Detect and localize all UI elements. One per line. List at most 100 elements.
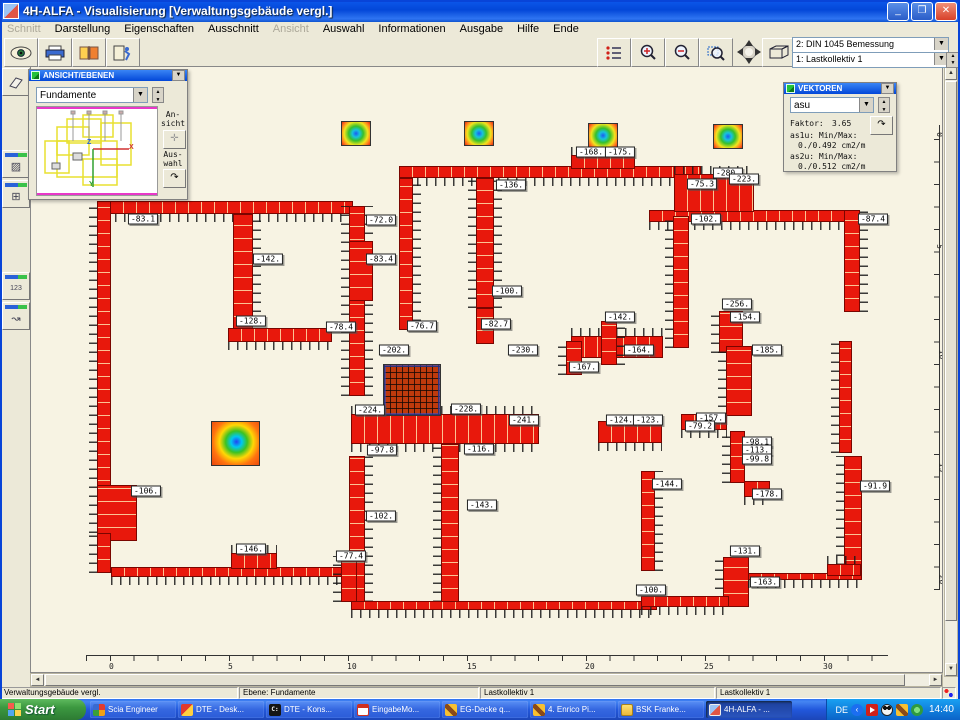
- vertical-scrollbar[interactable]: ▲ ▼: [944, 66, 958, 677]
- window-vector-button[interactable]: ↝: [2, 302, 30, 330]
- task-button[interactable]: 4H-ALFA - ...: [706, 701, 792, 718]
- horizontal-scroll-thumb[interactable]: [45, 674, 905, 686]
- auswahl-apply-button[interactable]: ↷: [163, 169, 186, 188]
- task-button[interactable]: DTE - Kons...: [266, 701, 352, 718]
- mirror-icon: ▨: [11, 160, 21, 173]
- panel-collapse-button[interactable]: ▼: [172, 70, 185, 81]
- value-label: -83.1: [128, 214, 158, 225]
- task-button[interactable]: EingabeMo...: [354, 701, 440, 718]
- vector-refresh-button[interactable]: ↷: [870, 116, 893, 135]
- value-label: -256.: [722, 299, 752, 310]
- value-label: -228.: [451, 404, 481, 415]
- ansicht-panel-titlebar[interactable]: ANSICHT/EBENEN ▼: [29, 70, 187, 81]
- menu-item-darstellung[interactable]: Darstellung: [48, 23, 118, 35]
- view-plane-button[interactable]: [2, 68, 30, 96]
- menu-item-hilfe[interactable]: Hilfe: [510, 23, 546, 35]
- zoom-window-button[interactable]: [699, 38, 733, 67]
- update-shield-icon[interactable]: [911, 704, 923, 716]
- scroll-down-button[interactable]: ▼: [945, 663, 957, 676]
- exit-button[interactable]: [106, 38, 140, 67]
- antivirus-icon[interactable]: [881, 704, 893, 716]
- panel-collapse-button[interactable]: ▼: [881, 83, 894, 94]
- media-player-icon[interactable]: [866, 704, 878, 716]
- vector-select[interactable]: asu ▼: [790, 97, 874, 113]
- value-label: -142.: [253, 254, 283, 265]
- as1u-value: 0./0.492 cm2/m: [798, 141, 865, 150]
- wall-strip: [97, 201, 111, 533]
- value-label: -102.: [691, 214, 721, 225]
- scroll-left-button[interactable]: ◄: [31, 674, 44, 686]
- chevron-down-icon[interactable]: ▼: [133, 88, 147, 102]
- spring-symbols: [718, 346, 726, 416]
- scroll-up-button[interactable]: ▲: [945, 67, 957, 80]
- manual-button[interactable]: [72, 38, 106, 67]
- spring-symbols: [111, 577, 365, 585]
- pan-button[interactable]: [733, 38, 765, 65]
- level-minimap[interactable]: X Y Z: [36, 106, 158, 196]
- panel-icon: [786, 84, 795, 93]
- loadcase-spinner[interactable]: ▲▼: [946, 52, 960, 68]
- spring-symbols: [89, 201, 97, 533]
- wall-strip: [228, 328, 332, 342]
- view-eye-button[interactable]: [4, 38, 38, 67]
- loadcase-select[interactable]: 1: Lastkollektiv 1 ▼: [792, 52, 949, 68]
- language-indicator[interactable]: DE: [835, 705, 848, 715]
- ruler-tick-label: 10: [347, 662, 357, 671]
- minimap-outline: [37, 107, 157, 195]
- vektoren-panel-titlebar[interactable]: VEKTOREN ▼: [784, 83, 896, 94]
- vertical-scroll-thumb[interactable]: [945, 81, 957, 621]
- task-label: EG-Decke q...: [460, 705, 510, 714]
- window-mesh-button[interactable]: ⊞: [2, 180, 30, 208]
- task-button[interactable]: DTE - Desk...: [178, 701, 264, 718]
- ruler-tick-label: 25: [704, 662, 714, 671]
- scroll-right-button[interactable]: ►: [929, 674, 942, 686]
- print-button[interactable]: [38, 38, 72, 67]
- value-label: -100.: [492, 286, 522, 297]
- maximize-button[interactable]: ❐: [911, 2, 933, 21]
- chevron-down-icon[interactable]: ▼: [934, 38, 948, 50]
- wall-strip: [231, 553, 277, 569]
- vector-spinner[interactable]: ▲▼: [878, 97, 890, 113]
- level-spinner[interactable]: ▲▼: [152, 87, 164, 103]
- close-button[interactable]: ✕: [935, 2, 957, 21]
- editor-tray-icon[interactable]: [896, 704, 908, 716]
- ansicht-apply-button[interactable]: ✛: [163, 130, 186, 149]
- menu-item-ansicht: Ansicht: [266, 23, 316, 35]
- vektoren-panel[interactable]: VEKTOREN ▼ asu ▼ ▲▼ Faktor: 3.65 ↷ as1u:…: [783, 82, 897, 172]
- ansicht-ebenen-panel[interactable]: ANSICHT/EBENEN ▼ Fundamente ▼ ▲▼: [28, 69, 188, 200]
- zoom-out-button[interactable]: [665, 38, 699, 67]
- legend-button[interactable]: [597, 38, 631, 67]
- value-label: -82.7: [481, 319, 511, 330]
- menu-item-eigenschaften[interactable]: Eigenschaften: [117, 23, 201, 35]
- window-mirror-button[interactable]: ▨: [2, 150, 30, 178]
- value-label: -87.4: [858, 214, 888, 225]
- horizontal-scrollbar[interactable]: ◄ ►: [30, 673, 943, 687]
- start-button[interactable]: Start: [0, 699, 86, 720]
- task-label: 4H-ALFA - ...: [724, 705, 770, 714]
- spring-symbols: [89, 533, 97, 573]
- printer-icon: [45, 45, 65, 61]
- menu-item-ausgabe[interactable]: Ausgabe: [453, 23, 510, 35]
- window-values-button[interactable]: 123: [2, 272, 30, 300]
- window-title: 4H-ALFA - Visualisierung [Verwaltungsgeb…: [23, 4, 332, 18]
- zoom-in-button[interactable]: [631, 38, 665, 67]
- spring-symbols: [351, 610, 657, 618]
- spring-symbols: [722, 431, 730, 483]
- menu-item-ausschnitt[interactable]: Ausschnitt: [201, 23, 266, 35]
- value-label: -163.: [750, 577, 780, 588]
- eingabe-task-icon: [357, 704, 369, 716]
- hide-icons-icon[interactable]: ‹: [851, 704, 863, 716]
- wall-strip: [441, 444, 459, 602]
- menu-item-informationen[interactable]: Informationen: [371, 23, 452, 35]
- taskbar: Start Scia EngineerDTE - Desk...DTE - Ko…: [0, 699, 960, 720]
- menu-item-ende[interactable]: Ende: [546, 23, 586, 35]
- minimize-button[interactable]: _: [887, 2, 909, 21]
- task-button[interactable]: EG-Decke q...: [442, 701, 528, 718]
- level-select[interactable]: Fundamente ▼: [36, 87, 148, 103]
- menu-item-auswahl[interactable]: Auswahl: [316, 23, 372, 35]
- task-button[interactable]: BSK Franke...: [618, 701, 704, 718]
- task-button[interactable]: Scia Engineer: [90, 701, 176, 718]
- chevron-down-icon[interactable]: ▼: [859, 98, 873, 112]
- task-button[interactable]: 4. Enrico Pi...: [530, 701, 616, 718]
- design-select[interactable]: 2: DIN 1045 Bemessung ▼: [792, 37, 949, 53]
